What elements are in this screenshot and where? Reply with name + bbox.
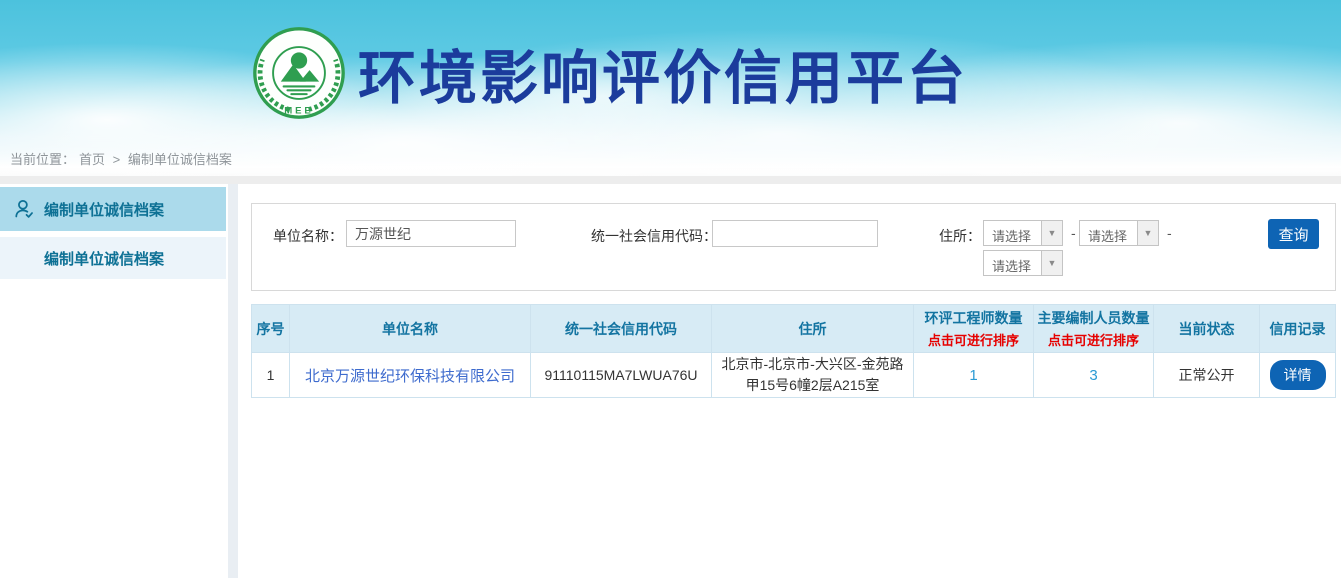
col-header-credit-code: 统一社会信用代码 [531, 305, 712, 353]
page-title: 环境影响评价信用平台 [358, 31, 968, 115]
staff-count-title: 主要编制人员数量 [1038, 310, 1150, 326]
svg-text:MEE: MEE [284, 105, 313, 116]
credit-code-label: 统一社会信用代码： [591, 226, 717, 246]
user-check-icon [13, 198, 35, 220]
results-table: 序号 单位名称 统一社会信用代码 住所 环评工程师数量 点击可进行排序 主要编制… [251, 304, 1336, 398]
col-header-staff-count-sort[interactable]: 主要编制人员数量 点击可进行排序 [1034, 305, 1154, 353]
chevron-down-icon[interactable]: ▼ [1041, 221, 1062, 245]
breadcrumb-home-link[interactable]: 首页 [79, 152, 105, 167]
credit-code-input[interactable] [712, 220, 878, 247]
district-select-value: 请选择 [984, 251, 1041, 275]
detail-button[interactable]: 详情 [1270, 360, 1326, 390]
city-select-value: 请选择 [1080, 221, 1137, 245]
address-dash: - [1167, 225, 1172, 241]
chevron-down-icon[interactable]: ▼ [1041, 251, 1062, 275]
province-select-value: 请选择 [984, 221, 1041, 245]
col-header-status: 当前状态 [1154, 305, 1260, 353]
mee-logo-icon: MEE [251, 25, 347, 121]
sidebar-subitem-unit-credit-archive[interactable]: 编制单位诚信档案 [0, 237, 226, 279]
breadcrumb-prefix: 当前位置： [10, 152, 75, 167]
banner-bottom-divider [0, 176, 1341, 184]
sidebar-content-divider [228, 184, 238, 578]
table-row: 1 北京万源世纪环保科技有限公司 91110115MA7LWUA76U 北京市-… [252, 353, 1336, 398]
staff-sort-hint: 点击可进行排序 [1034, 330, 1153, 349]
col-header-address: 住所 [712, 305, 914, 353]
address-line1: 北京市-北京市-大兴区-金苑路 [722, 356, 904, 372]
sidebar: 编制单位诚信档案 编制单位诚信档案 [0, 184, 226, 578]
chevron-down-icon[interactable]: ▼ [1137, 221, 1158, 245]
sidebar-item-unit-credit-archive[interactable]: 编制单位诚信档案 [0, 187, 226, 231]
company-name-link[interactable]: 北京万源世纪环保科技有限公司 [305, 368, 515, 385]
cell-status: 正常公开 [1154, 353, 1260, 398]
staff-count-link[interactable]: 3 [1089, 367, 1097, 384]
col-header-engineer-count-sort[interactable]: 环评工程师数量 点击可进行排序 [914, 305, 1034, 353]
breadcrumb: 当前位置： 首页 > 编制单位诚信档案 [10, 149, 236, 168]
cell-unit-name: 北京万源世纪环保科技有限公司 [290, 353, 531, 398]
engineer-count-link[interactable]: 1 [969, 367, 977, 384]
search-panel: 单位名称： 统一社会信用代码： 住所： 请选择 ▼ - 请选择 ▼ - 请选择 … [251, 203, 1336, 291]
address-dash: - [1071, 225, 1076, 241]
cell-index: 1 [252, 353, 290, 398]
breadcrumb-separator-icon: > [113, 152, 121, 167]
district-select[interactable]: 请选择 ▼ [983, 250, 1063, 276]
cell-credit-record: 详情 [1260, 353, 1336, 398]
engineer-count-title: 环评工程师数量 [925, 310, 1023, 326]
main-content: 单位名称： 统一社会信用代码： 住所： 请选择 ▼ - 请选择 ▼ - 请选择 … [238, 184, 1341, 578]
sidebar-item-label: 编制单位诚信档案 [44, 199, 164, 220]
table-header-row: 序号 单位名称 统一社会信用代码 住所 环评工程师数量 点击可进行排序 主要编制… [252, 305, 1336, 353]
address-line2: 甲15号6幢2层A215室 [746, 377, 880, 393]
col-header-unit-name: 单位名称 [290, 305, 531, 353]
breadcrumb-current: 编制单位诚信档案 [128, 152, 232, 167]
query-button[interactable]: 查询 [1268, 219, 1319, 249]
col-header-index: 序号 [252, 305, 290, 353]
cell-engineer-count: 1 [914, 353, 1034, 398]
site-banner: MEE 环境影响评价信用平台 当前位置： 首页 > 编制单位诚信档案 [0, 0, 1341, 176]
unit-name-label: 单位名称： [273, 226, 343, 246]
unit-name-input[interactable] [346, 220, 516, 247]
cell-staff-count: 3 [1034, 353, 1154, 398]
address-label: 住所： [939, 226, 981, 246]
col-header-credit-record: 信用记录 [1260, 305, 1336, 353]
engineer-sort-hint: 点击可进行排序 [914, 330, 1033, 349]
city-select[interactable]: 请选择 ▼ [1079, 220, 1159, 246]
cell-address: 北京市-北京市-大兴区-金苑路 甲15号6幢2层A215室 [712, 353, 914, 398]
cell-credit-code: 91110115MA7LWUA76U [531, 353, 712, 398]
sidebar-subitem-label: 编制单位诚信档案 [44, 248, 164, 269]
province-select[interactable]: 请选择 ▼ [983, 220, 1063, 246]
